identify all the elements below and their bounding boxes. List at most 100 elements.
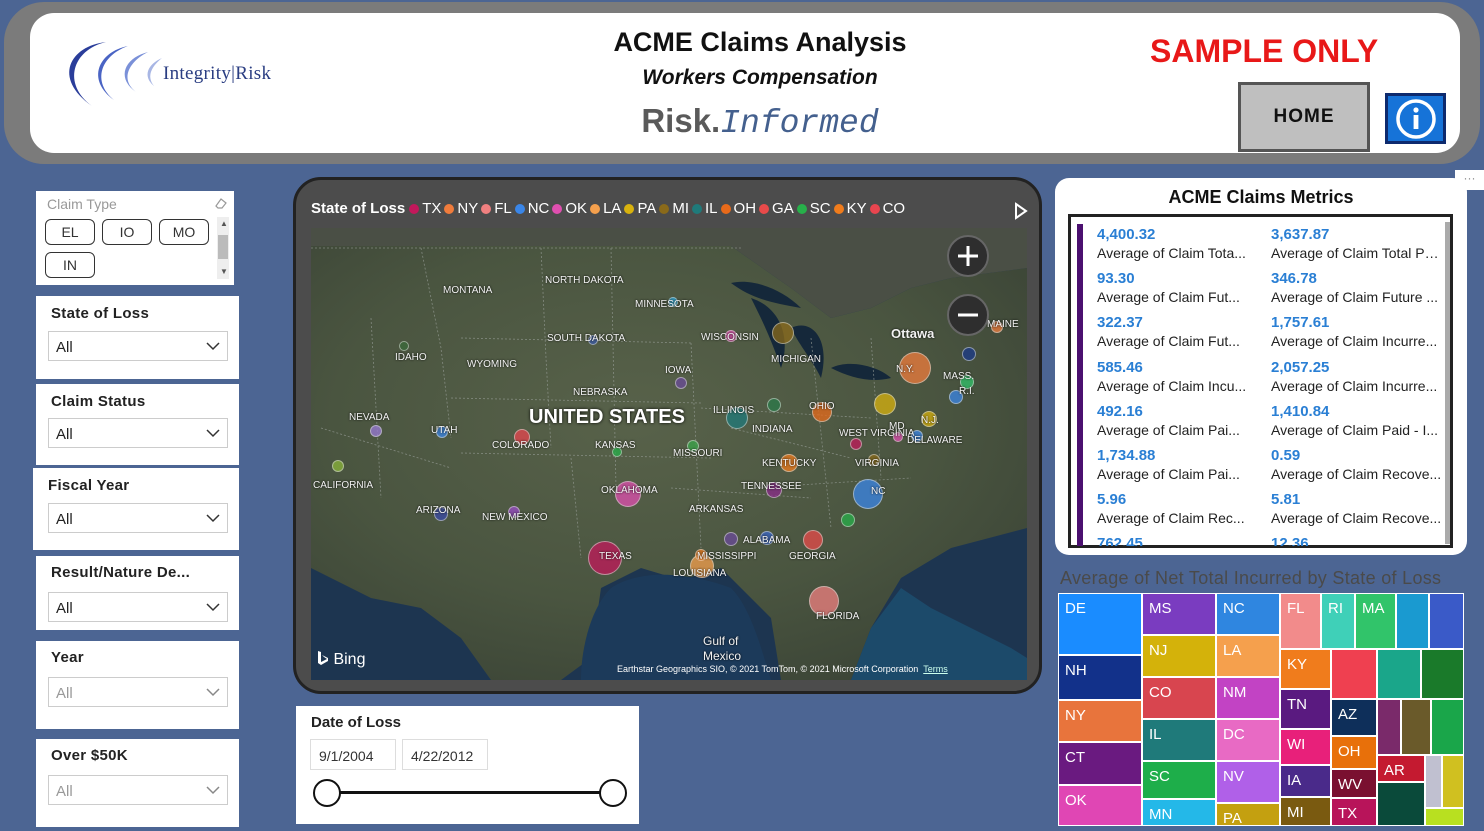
map-bubble[interactable]: [370, 425, 382, 437]
terms-link[interactable]: Terms: [923, 664, 948, 674]
metrics-scrollbar[interactable]: [1445, 222, 1450, 544]
map-label-missouri: MISSOURI: [673, 448, 723, 459]
scrollbar[interactable]: ▲ ▼: [217, 217, 229, 279]
treemap-cell[interactable]: [1429, 593, 1464, 649]
map-bubble[interactable]: [675, 377, 687, 389]
treemap-cell[interactable]: CO: [1142, 677, 1216, 719]
treemap-cell[interactable]: [1442, 755, 1464, 808]
treemap-cell[interactable]: [1421, 649, 1464, 699]
treemap-cell[interactable]: IA: [1280, 765, 1331, 797]
treemap-cell[interactable]: RI: [1321, 593, 1355, 649]
metric-label: Average of Claim Paid - I...: [1271, 422, 1439, 438]
treemap-cell[interactable]: SC: [1142, 761, 1216, 799]
map-bubble[interactable]: [962, 347, 976, 361]
treemap-cell[interactable]: NV: [1216, 761, 1280, 803]
map-label-maine: MAINE: [987, 319, 1019, 330]
treemap-cell[interactable]: [1331, 649, 1377, 699]
treemap-cell[interactable]: FL: [1280, 593, 1321, 649]
treemap-cell[interactable]: MN: [1142, 799, 1216, 826]
treemap-cell[interactable]: [1401, 699, 1431, 755]
treemap-cell[interactable]: MI: [1280, 797, 1331, 826]
state-of-loss-dropdown[interactable]: All: [48, 331, 228, 361]
legend-item[interactable]: SC: [796, 200, 831, 217]
claim-status-dropdown[interactable]: All: [48, 418, 228, 448]
end-date-handle[interactable]: [599, 779, 627, 807]
treemap-cell[interactable]: NY: [1058, 700, 1142, 742]
start-date-input[interactable]: 9/1/2004: [310, 739, 396, 770]
treemap-cell[interactable]: WI: [1280, 729, 1331, 765]
legend-item[interactable]: NC: [514, 200, 549, 217]
legend-item[interactable]: CO: [869, 200, 905, 217]
treemap-cell[interactable]: CT: [1058, 742, 1142, 785]
claim-type-option[interactable]: IO: [102, 219, 152, 245]
claim-type-option[interactable]: MO: [159, 219, 209, 245]
play-arrow-icon[interactable]: [1014, 202, 1028, 220]
treemap-cell[interactable]: NM: [1216, 677, 1280, 719]
treemap-cell[interactable]: TX: [1331, 798, 1377, 826]
treemap-cell[interactable]: WV: [1331, 769, 1377, 798]
treemap-cell[interactable]: NH: [1058, 655, 1142, 700]
map-bubble[interactable]: [767, 398, 781, 412]
treemap-cell[interactable]: MA: [1355, 593, 1396, 649]
home-button[interactable]: HOME: [1238, 82, 1370, 152]
treemap-cell[interactable]: [1377, 649, 1421, 699]
zoom-out-button[interactable]: [947, 294, 989, 336]
legend-item[interactable]: OH: [720, 200, 756, 217]
legend-item[interactable]: NY: [444, 200, 478, 217]
claim-type-option[interactable]: EL: [45, 219, 95, 245]
treemap-cell[interactable]: DE: [1058, 593, 1142, 655]
treemap-cell[interactable]: AZ: [1331, 699, 1377, 736]
map-bubble[interactable]: [841, 513, 855, 527]
start-date-handle[interactable]: [313, 779, 341, 807]
map-bubble[interactable]: [399, 341, 409, 351]
over-50k-dropdown[interactable]: All: [48, 775, 228, 805]
treemap-cell[interactable]: MS: [1142, 593, 1216, 635]
treemap-cell[interactable]: [1431, 699, 1464, 755]
legend-item[interactable]: MI: [659, 200, 689, 217]
treemap-cell[interactable]: NJ: [1142, 635, 1216, 677]
legend-item[interactable]: GA: [759, 200, 794, 217]
legend-item[interactable]: TX: [409, 200, 441, 217]
treemap-cell[interactable]: [1425, 755, 1442, 808]
legend-item[interactable]: PA: [624, 200, 656, 217]
eraser-icon[interactable]: [214, 196, 228, 210]
map-area[interactable]: MONTANA NORTH DAKOTA MINNESOTA SOUTH DAKOTA…: [311, 228, 1027, 680]
treemap-cell[interactable]: [1377, 699, 1401, 755]
fiscal-year-dropdown[interactable]: All: [48, 503, 228, 533]
treemap-cell[interactable]: TN: [1280, 689, 1331, 729]
map-bubble[interactable]: [772, 322, 794, 344]
treemap-cell[interactable]: [1425, 808, 1464, 826]
treemap-cell[interactable]: NC: [1216, 593, 1280, 635]
treemap-cell-label: NM: [1223, 684, 1247, 701]
treemap-cell[interactable]: OH: [1331, 736, 1377, 769]
treemap-cell[interactable]: AR: [1377, 755, 1425, 782]
legend-item[interactable]: OK: [552, 200, 587, 217]
zoom-in-button[interactable]: [947, 235, 989, 277]
map-bubble[interactable]: [724, 532, 738, 546]
treemap-cell[interactable]: IL: [1142, 719, 1216, 761]
treemap-cell[interactable]: [1396, 593, 1429, 649]
map-bubble[interactable]: [803, 530, 823, 550]
treemap-cell[interactable]: OK: [1058, 785, 1142, 826]
info-button[interactable]: [1385, 93, 1446, 144]
treemap-cell[interactable]: PA: [1216, 803, 1280, 827]
claim-type-option[interactable]: IN: [45, 252, 95, 278]
legend-item[interactable]: KY: [833, 200, 867, 217]
map-bubble[interactable]: [850, 438, 862, 450]
map-label-ottawa: Ottawa: [891, 326, 935, 341]
legend-item[interactable]: FL: [481, 200, 512, 217]
treemap-cell[interactable]: [1377, 782, 1425, 826]
legend-item[interactable]: LA: [590, 200, 621, 217]
treemap-cell-label: FL: [1287, 600, 1305, 617]
map-bubble[interactable]: [332, 460, 344, 472]
legend-item[interactable]: IL: [692, 200, 718, 217]
end-date-input[interactable]: 4/22/2012: [402, 739, 488, 770]
treemap-cell[interactable]: KY: [1280, 649, 1331, 689]
treemap-cell-label: NC: [1223, 600, 1245, 617]
treemap-cell[interactable]: DC: [1216, 719, 1280, 761]
treemap-cell-label: MS: [1149, 600, 1172, 617]
result-nature-dropdown[interactable]: All: [48, 592, 228, 622]
treemap-cell[interactable]: LA: [1216, 635, 1280, 677]
year-dropdown[interactable]: All: [48, 677, 228, 707]
map-bubble[interactable]: [874, 393, 896, 415]
